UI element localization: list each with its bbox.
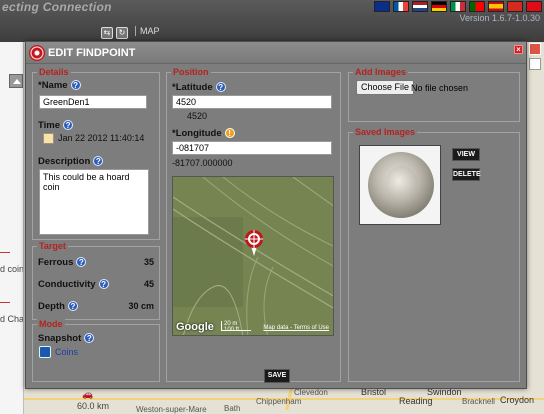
field-texture <box>173 177 333 335</box>
section-title: Position <box>171 67 211 77</box>
mode-value[interactable]: Coins <box>55 347 78 357</box>
mode-panel: Mode Snapshot? Coins <box>32 319 160 382</box>
map-zoom-in-button[interactable] <box>529 43 541 55</box>
help-icon[interactable]: ? <box>76 257 87 268</box>
map-scale: 20 m 100 ft <box>221 321 251 333</box>
latitude-label: *Latitude? <box>172 82 226 93</box>
choose-file-button[interactable]: Choose File <box>356 80 415 95</box>
help-icon[interactable]: ? <box>67 301 78 312</box>
satellite-map[interactable]: Google 20 m 100 ft Map data - Terms of U… <box>172 176 334 336</box>
file-status: No file chosen <box>411 83 469 93</box>
toolbar-refresh-icon[interactable]: ↻ <box>116 27 128 39</box>
list-item[interactable]: rd Chap <box>0 314 23 324</box>
save-button[interactable]: SAVE <box>264 369 290 383</box>
app-header: ecting Connection Version 1.6.7-1.0.30 ⇆… <box>0 0 544 42</box>
help-icon[interactable]: ? <box>63 120 74 131</box>
language-flags <box>374 1 542 12</box>
section-title: Mode <box>37 319 65 329</box>
app-version: Version 1.6.7-1.0.30 <box>459 13 540 23</box>
help-icon[interactable]: ? <box>93 156 104 167</box>
map-label: Bath <box>224 404 241 413</box>
name-input[interactable] <box>39 95 147 109</box>
dialog-title: EDIT FINDPOINT <box>48 47 136 59</box>
help-icon[interactable]: ? <box>84 333 95 344</box>
warning-icon[interactable]: ! <box>224 128 235 139</box>
latitude-decimal: 4520 <box>187 111 208 121</box>
ferrous-value: 35 <box>143 257 154 267</box>
section-title: Saved Images <box>353 127 418 137</box>
map-label: Clevedon <box>294 388 328 397</box>
flag-dk-icon[interactable] <box>507 1 523 12</box>
delete-button[interactable]: DELETE <box>452 168 481 181</box>
list-divider <box>0 252 10 253</box>
google-logo: Google <box>176 321 214 333</box>
snapshot-label: Snapshot? <box>38 333 95 344</box>
flag-fr-icon[interactable] <box>393 1 409 12</box>
conductivity-value: 45 <box>143 279 154 289</box>
description-textarea[interactable]: This could be a hoard coin <box>39 169 149 235</box>
findpoint-target-icon <box>29 45 45 61</box>
time-value: Jan 22 2012 11:40:14 <box>58 133 145 143</box>
app-title: ecting Connection <box>2 0 112 14</box>
distance-readout: 60.0 km <box>77 401 110 411</box>
tab-map[interactable]: MAP <box>135 26 160 36</box>
view-button[interactable]: VIEW <box>452 148 480 161</box>
section-title: Details <box>37 67 71 77</box>
map-label: Chippenham <box>256 397 302 406</box>
list-item[interactable]: rd coin <box>0 264 23 274</box>
flag-nl-icon[interactable] <box>412 1 428 12</box>
name-label: *Name? <box>38 80 81 91</box>
depth-value: 30 cm <box>128 301 154 311</box>
time-label: Time? <box>38 120 74 131</box>
map-label: Weston-super-Mare <box>136 405 207 414</box>
dialog-header: EDIT FINDPOINT × <box>26 42 526 64</box>
target-panel: Target Ferrous? 35 Conductivity? 45 Dept… <box>32 241 160 320</box>
flag-uk-icon[interactable] <box>374 1 390 12</box>
close-button[interactable]: × <box>514 45 523 54</box>
conductivity-label: Conductivity? <box>38 279 109 290</box>
details-panel: Details *Name? Time? Jan 22 2012 11:40:1… <box>32 67 160 240</box>
edit-findpoint-dialog: EDIT FINDPOINT × Details *Name? Time? Ja… <box>25 41 527 389</box>
ferrous-label: Ferrous? <box>38 257 87 268</box>
coin-image <box>368 152 434 218</box>
map-label: Bracknell <box>462 397 495 406</box>
latitude-input[interactable] <box>172 95 332 109</box>
longitude-decimal: -81707.000000 <box>172 158 233 168</box>
description-label: Description? <box>38 156 104 167</box>
map-label: Croydon <box>500 395 535 405</box>
section-title: Target <box>37 241 68 251</box>
map-zoom-out-button[interactable] <box>529 58 541 70</box>
longitude-input[interactable] <box>172 141 332 155</box>
left-panel: rd coin rd Chap <box>0 42 24 414</box>
scale-feet: 100 ft <box>224 327 240 333</box>
toolbar-arrows-icon[interactable]: ⇆ <box>101 27 113 39</box>
depth-label: Depth? <box>38 301 78 312</box>
flag-es-icon[interactable] <box>488 1 504 12</box>
mode-coins-icon[interactable] <box>39 346 51 358</box>
map-terms-link[interactable]: Map data - Terms of Use <box>263 325 329 331</box>
edit-pencil-icon[interactable] <box>43 133 54 144</box>
saved-image-thumbnail[interactable] <box>359 145 441 225</box>
flag-tr-icon[interactable] <box>526 1 542 12</box>
car-icon: 🚗 <box>82 389 94 399</box>
flag-pt-icon[interactable] <box>469 1 485 12</box>
scroll-up-button[interactable] <box>9 74 23 88</box>
flag-it-icon[interactable] <box>450 1 466 12</box>
flag-de-icon[interactable] <box>431 1 447 12</box>
help-icon[interactable]: ? <box>215 82 226 93</box>
map-label: Reading <box>399 396 433 406</box>
list-divider <box>0 302 10 303</box>
section-title: Add Images <box>353 67 409 77</box>
help-icon[interactable]: ? <box>70 80 81 91</box>
longitude-label: *Longitude! <box>172 128 235 139</box>
findpoint-marker-icon[interactable] <box>244 230 264 256</box>
help-icon[interactable]: ? <box>98 279 109 290</box>
